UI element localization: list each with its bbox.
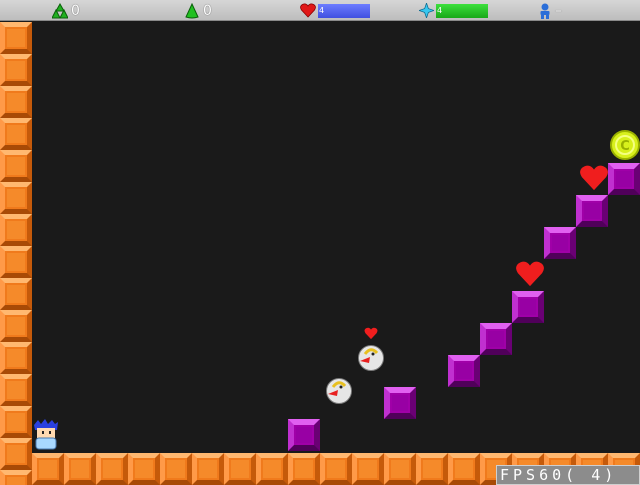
stars-bar: 4: [436, 3, 488, 18]
wall-tile: [0, 150, 32, 182]
slimes-counter: 0: [184, 2, 212, 19]
wall-tile: [0, 86, 32, 118]
wall-tile: [0, 54, 32, 86]
bird-enemy-icon: [326, 378, 352, 404]
heart-icon: [516, 261, 544, 287]
purple-block: [576, 195, 608, 227]
wall-tile: [288, 453, 320, 485]
stars-meter: 4: [419, 2, 488, 19]
heart-icon: [364, 327, 378, 340]
wall-tile: [0, 22, 32, 54]
star-icon: [419, 3, 434, 18]
player-character: [34, 419, 58, 450]
wall-tile: [0, 438, 32, 470]
purple-block: [384, 387, 416, 419]
fps-counter: FPS60( 4): [496, 465, 640, 485]
heart-icon: [300, 3, 316, 18]
wall-tile: [128, 453, 160, 485]
stars-bar-fill: [436, 3, 488, 18]
bird-enemy-icon: [358, 345, 384, 371]
wall-tile: [448, 453, 480, 485]
stars-count: 4: [437, 5, 443, 15]
wall-tile: [0, 214, 32, 246]
hearts-meter: 4: [300, 2, 370, 19]
wall-tile: [192, 453, 224, 485]
wall-tile: [32, 453, 64, 485]
purple-block: [544, 227, 576, 259]
purple-block: [608, 163, 640, 195]
wall-tile: [416, 453, 448, 485]
lives-counter: –: [538, 2, 562, 19]
purple-block: [448, 355, 480, 387]
wall-tile: [0, 246, 32, 278]
purple-block: [480, 323, 512, 355]
wall-tile: [0, 342, 32, 374]
wall-tile: [0, 118, 32, 150]
coin-label: C: [620, 139, 630, 154]
coin-icon: C: [610, 130, 640, 160]
wall-tile: [96, 453, 128, 485]
wall-tile: [256, 453, 288, 485]
wall-tile: [384, 453, 416, 485]
hearts-count: 4: [319, 5, 325, 15]
wall-tile: [64, 453, 96, 485]
wall-tile: [320, 453, 352, 485]
wall-tile: [224, 453, 256, 485]
wall-tile: [0, 278, 32, 310]
gems-counter: 0: [52, 2, 80, 19]
gems-count: 0: [71, 2, 80, 19]
hearts-bar-fill: [318, 3, 370, 18]
gem-cluster-icon: [52, 2, 68, 18]
player-icon: [540, 3, 550, 19]
wall-tile: [160, 453, 192, 485]
wall-tile: [0, 310, 32, 342]
wall-tile: [352, 453, 384, 485]
wall-tile: [0, 470, 32, 485]
lives-count: –: [555, 2, 562, 19]
wall-tile: [0, 374, 32, 406]
purple-block: [512, 291, 544, 323]
status-bar: 0 0 4 4 –: [0, 0, 640, 21]
slimes-count: 0: [203, 2, 212, 19]
heart-icon: [580, 165, 608, 191]
hearts-bar: 4: [318, 3, 370, 18]
game-field: C: [0, 22, 640, 485]
wall-tile: [0, 406, 32, 438]
wall-tile: [0, 182, 32, 214]
slime-icon: [185, 2, 199, 18]
purple-block: [288, 419, 320, 451]
